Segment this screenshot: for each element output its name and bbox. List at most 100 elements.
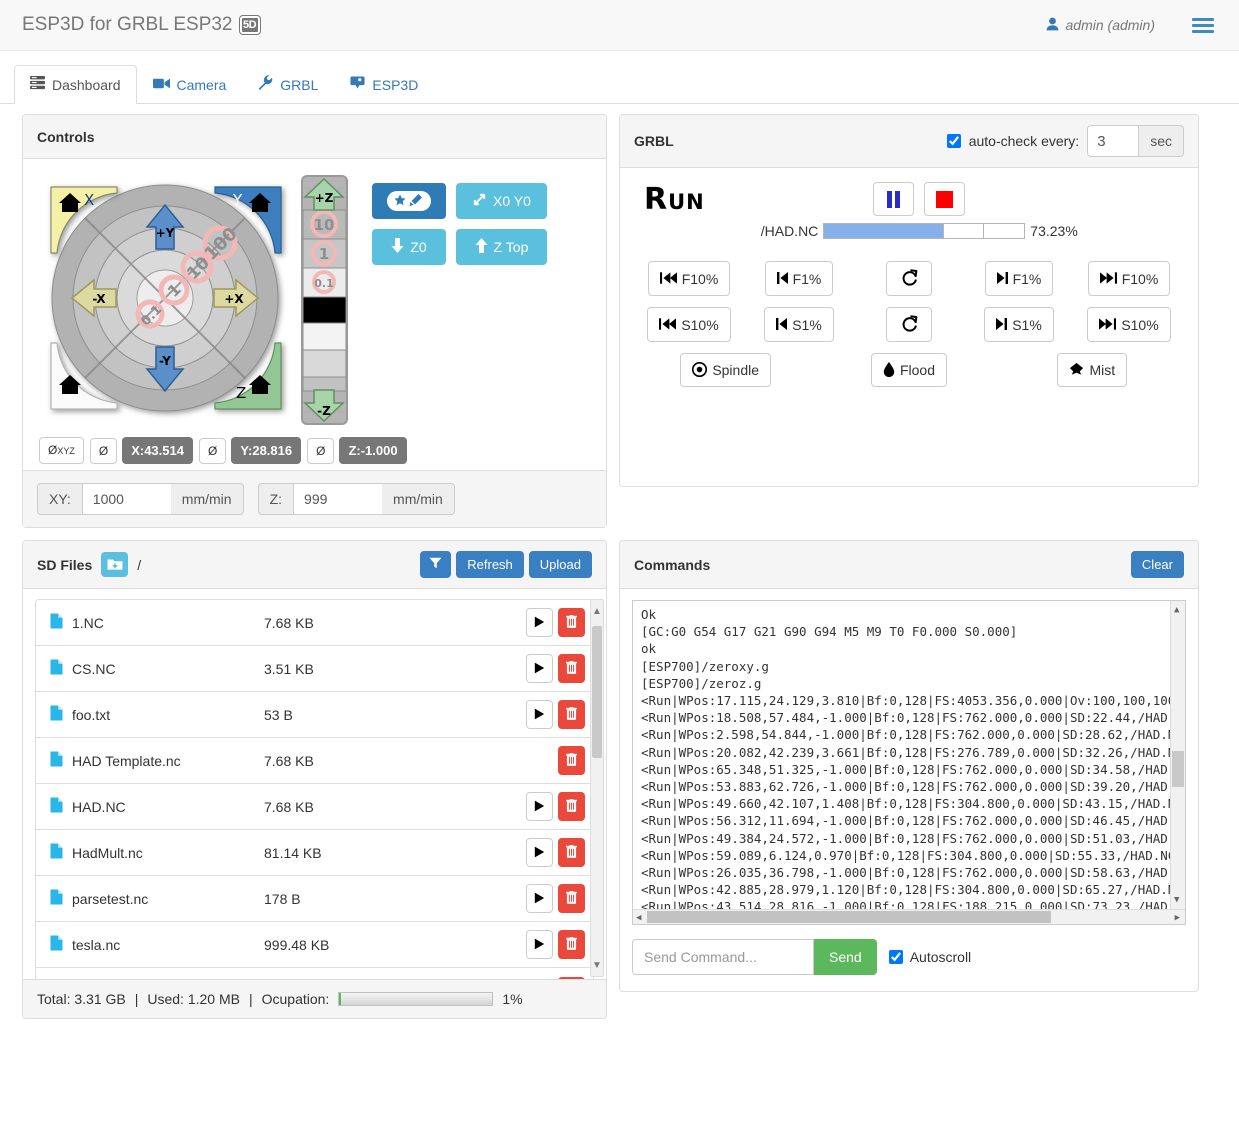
console-horizontal-scrollbar[interactable]: ◀ ▶ xyxy=(633,909,1185,924)
feed-reset-button[interactable] xyxy=(886,261,932,296)
upload-button[interactable]: Upload xyxy=(528,551,592,578)
feed-minus-10-button[interactable]: F10% xyxy=(647,261,731,296)
table-row[interactable]: folderA xyxy=(36,968,593,979)
play-button[interactable] xyxy=(526,838,553,867)
play-button[interactable] xyxy=(526,654,553,683)
delete-button[interactable] xyxy=(558,746,585,775)
autocheck-checkbox[interactable] xyxy=(946,134,961,148)
zero-z-button[interactable]: Ø xyxy=(307,437,335,464)
z-top-button[interactable]: Z Top xyxy=(456,229,547,265)
spindle-plus-10-button[interactable]: S10% xyxy=(1087,307,1171,342)
table-row[interactable]: parsetest.nc 178 B xyxy=(36,876,593,922)
filter-button[interactable] xyxy=(420,551,452,578)
console-scroll-left-icon[interactable]: ◀ xyxy=(636,913,641,923)
table-row[interactable]: HAD Template.nc 7.68 KB xyxy=(36,738,593,784)
send-button[interactable]: Send xyxy=(814,939,877,975)
hamburger-menu-icon[interactable] xyxy=(1189,15,1217,36)
xy-feedrate-input[interactable] xyxy=(82,483,171,515)
table-row[interactable]: HadMult.nc 81.14 KB xyxy=(36,830,593,876)
z-feedrate-input[interactable] xyxy=(294,483,383,515)
feed-minus-1-button[interactable]: F1% xyxy=(764,261,834,296)
jog-dial[interactable]: 100 10 1 0.1 X Y Z +Y -Y -X +X xyxy=(37,175,297,427)
play-button[interactable] xyxy=(526,700,553,729)
file-icon xyxy=(50,797,63,816)
file-list-scroll-thumb[interactable] xyxy=(592,626,602,758)
delete-button[interactable] xyxy=(558,792,585,821)
override-grid: F10% F1% F1% F10% S10% S1% S1% S10% xyxy=(634,261,1184,342)
spindle-toggle-button[interactable]: Spindle xyxy=(680,353,772,387)
scroll-up-icon[interactable]: ▲ xyxy=(591,600,603,622)
table-row[interactable]: 1.NC 7.68 KB xyxy=(36,600,593,646)
zero-x-button[interactable]: Ø xyxy=(89,437,118,464)
autocheck-interval-input[interactable] xyxy=(1087,125,1140,157)
send-command-input[interactable] xyxy=(632,939,814,975)
grbl-panel-header: GRBL auto-check every: sec xyxy=(620,115,1198,168)
tab-grbl[interactable]: GRBL xyxy=(242,65,334,104)
table-row[interactable]: tesla.nc 999.48 KB xyxy=(36,922,593,968)
new-folder-icon[interactable] xyxy=(101,552,129,577)
console-h-thumb[interactable] xyxy=(647,911,1051,923)
feed-plus-10-button[interactable]: F10% xyxy=(1087,261,1171,296)
scroll-down-icon[interactable]: ▼ xyxy=(591,954,603,976)
file-list-scrollbar[interactable]: ▲ ▼ xyxy=(590,599,604,977)
delete-button[interactable] xyxy=(558,838,585,867)
brand-title: ESP3D for GRBL ESP32 xyxy=(22,14,233,35)
file-name: HAD.NC xyxy=(72,798,126,815)
feed-plus-1-button[interactable]: F1% xyxy=(984,261,1054,296)
delete-button[interactable] xyxy=(558,654,585,683)
delete-button[interactable] xyxy=(558,976,585,979)
file-size: 81.14 KB xyxy=(264,844,322,861)
z-step-column[interactable]: 10 1 0.1 +Z -Z xyxy=(301,175,348,425)
table-row[interactable]: foo.txt 53 B xyxy=(36,692,593,738)
flood-toggle-button[interactable]: Flood xyxy=(870,353,947,387)
xy-zero-button[interactable]: X0 Y0 xyxy=(456,183,547,219)
tab-esp3d[interactable]: ESP3D xyxy=(334,65,434,104)
spindle-reset-button[interactable] xyxy=(886,307,932,342)
clear-button[interactable]: Clear xyxy=(1130,551,1184,578)
svg-text:0.1: 0.1 xyxy=(314,277,334,290)
delete-button[interactable] xyxy=(558,930,585,959)
play-button[interactable] xyxy=(526,884,553,913)
play-icon xyxy=(534,799,545,815)
spindle-minus-1-button[interactable]: S1% xyxy=(764,307,834,342)
person-icon xyxy=(1046,17,1059,34)
z-zero-button[interactable]: Z0 xyxy=(372,229,446,265)
trash-icon xyxy=(566,614,577,631)
delete-button[interactable] xyxy=(558,700,585,729)
console-scroll-up-icon[interactable]: ▲ xyxy=(1174,605,1179,615)
file-name-cell: CS.NC xyxy=(50,659,264,678)
console-v-thumb[interactable] xyxy=(1172,751,1184,787)
crosshair-icon xyxy=(472,192,487,210)
file-name-cell: 1.NC xyxy=(50,613,264,632)
tab-camera[interactable]: Camera xyxy=(137,65,243,104)
pause-button[interactable] xyxy=(873,182,915,216)
tab-dashboard[interactable]: Dashboard xyxy=(14,65,137,104)
spindle-plus-1-button[interactable]: S1% xyxy=(984,307,1054,342)
play-button[interactable] xyxy=(526,930,553,959)
spindle-minus-10-button[interactable]: S10% xyxy=(647,307,731,342)
forward-step-icon xyxy=(996,271,1008,286)
file-name: foo.txt xyxy=(72,706,111,723)
refresh-button[interactable]: Refresh xyxy=(456,551,524,578)
user-info[interactable]: admin (admin) xyxy=(1046,17,1155,34)
controls-panel-body: 100 10 1 0.1 X Y Z +Y -Y -X +X 10 1 0.1 … xyxy=(23,159,606,470)
table-row[interactable]: CS.NC 3.51 KB xyxy=(36,646,593,692)
autoscroll-group[interactable]: Autoscroll xyxy=(888,949,971,965)
autoscroll-checkbox[interactable] xyxy=(888,950,903,964)
play-button[interactable] xyxy=(526,608,553,637)
delete-button[interactable] xyxy=(558,884,585,913)
svg-text:-X: -X xyxy=(92,292,106,306)
file-name-cell: tesla.nc xyxy=(50,935,264,954)
console-vertical-scrollbar[interactable]: ▲ ▼ xyxy=(1170,601,1185,909)
mist-toggle-button[interactable]: Mist xyxy=(1057,353,1128,387)
console-scroll-down-icon[interactable]: ▼ xyxy=(1174,895,1179,905)
console-scroll-right-icon[interactable]: ▶ xyxy=(1175,913,1180,923)
delete-button[interactable] xyxy=(558,608,585,637)
table-row[interactable]: HAD.NC 7.68 KB xyxy=(36,784,593,830)
console-output[interactable]: Ok [GC:G0 G54 G17 G21 G90 G94 M5 M9 T0 F… xyxy=(632,600,1186,925)
play-button[interactable] xyxy=(526,792,553,821)
zero-all-button[interactable]: ØXYZ xyxy=(39,437,84,464)
stop-button[interactable] xyxy=(924,182,966,216)
macro-button[interactable] xyxy=(372,183,446,219)
zero-y-button[interactable]: Ø xyxy=(198,437,227,464)
